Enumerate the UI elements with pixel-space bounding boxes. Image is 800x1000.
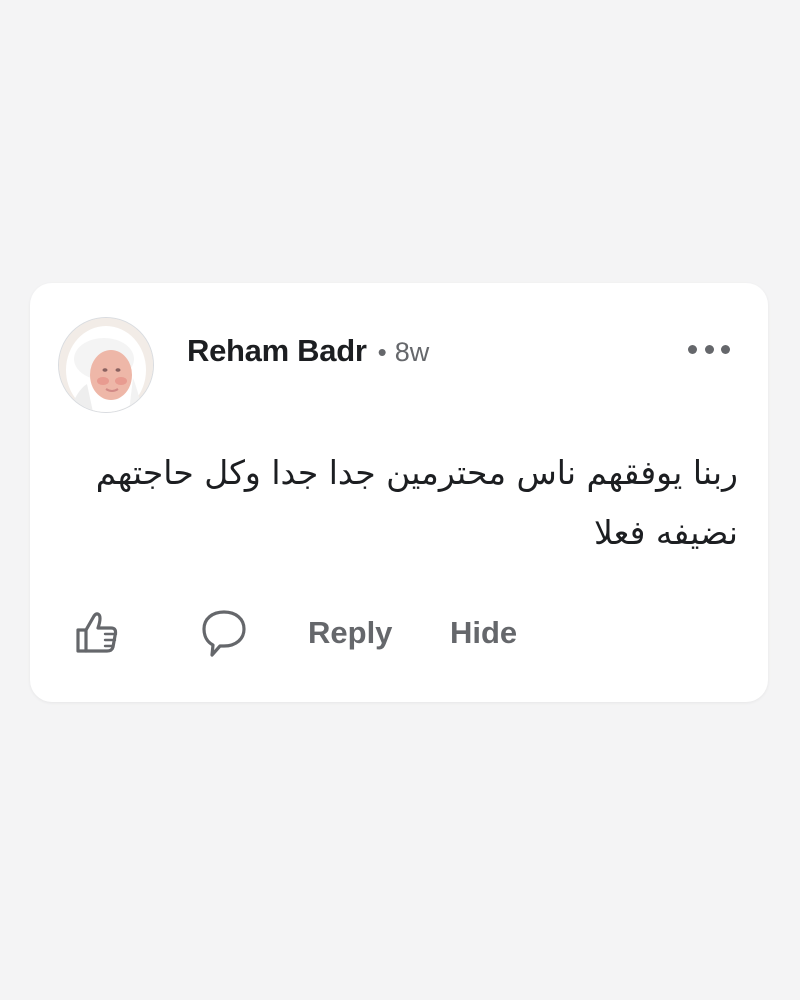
comment-actions: Reply Hide	[72, 603, 592, 663]
comment-button[interactable]	[198, 607, 250, 664]
reply-button[interactable]: Reply	[308, 615, 392, 651]
comment-text: ربنا يوفقهم ناس محترمين جدا جدا وكل حاجت…	[95, 453, 738, 552]
like-button[interactable]	[72, 607, 122, 662]
comment-card: Reham Badr • 8w ربنا يوفقهم ناس محترمين …	[30, 283, 768, 702]
author-name[interactable]: Reham Badr	[187, 333, 367, 369]
dot-icon	[704, 344, 714, 354]
profile-photo-icon	[59, 318, 153, 412]
dot-icon	[688, 344, 697, 354]
dot-icon	[721, 344, 730, 354]
thumbs-up-icon	[76, 612, 118, 653]
more-options-button[interactable]	[688, 335, 730, 363]
speech-bubble-icon	[202, 610, 246, 657]
hide-button[interactable]: Hide	[450, 615, 517, 651]
comment-header: Reham Badr • 8w	[187, 333, 429, 369]
timestamp[interactable]: 8w	[395, 337, 430, 368]
avatar[interactable]	[58, 317, 154, 413]
separator-dot: •	[377, 337, 387, 367]
